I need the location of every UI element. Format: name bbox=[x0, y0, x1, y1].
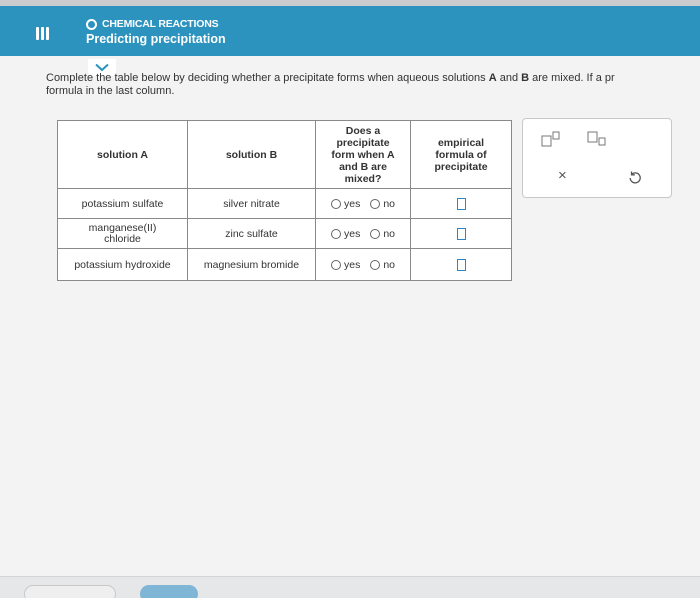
header-precipitate-line: precipitate bbox=[336, 136, 390, 149]
precipitate-choice-cell: yes no bbox=[315, 188, 411, 219]
precipitation-table: solution A solution B Does a precipitate… bbox=[57, 120, 512, 281]
precipitate-choice-cell: yes no bbox=[315, 248, 411, 281]
undo-icon bbox=[629, 171, 641, 184]
formula-cell bbox=[410, 188, 512, 219]
solution-b-cell: magnesium bromide bbox=[187, 248, 316, 281]
solution-a-line: chloride bbox=[104, 232, 141, 245]
main-content: Complete the table below by deciding whe… bbox=[0, 56, 700, 576]
yes-radio[interactable]: yes bbox=[330, 197, 361, 210]
header-precipitate: Does a precipitate form when A and B are… bbox=[315, 120, 411, 189]
close-icon: × bbox=[558, 167, 567, 184]
no-label: no bbox=[383, 258, 396, 271]
formula-cell bbox=[410, 218, 512, 249]
instructions-line2: formula in the last column. bbox=[46, 85, 175, 97]
solution-a-cell: potassium hydroxide bbox=[57, 248, 188, 281]
no-label: no bbox=[383, 227, 396, 240]
formula-answer-box[interactable] bbox=[456, 227, 466, 240]
header-solution-b: solution B bbox=[187, 120, 316, 189]
progress-ring-icon bbox=[86, 18, 97, 30]
subscript-button[interactable] bbox=[587, 131, 609, 152]
yes-label: yes bbox=[343, 258, 361, 271]
superscript-icon bbox=[541, 131, 560, 147]
yes-label: yes bbox=[343, 227, 361, 240]
header-formula: empirical formula of precipitate bbox=[410, 120, 512, 189]
radio-circle-icon bbox=[330, 228, 341, 239]
radio-circle-icon bbox=[370, 228, 381, 239]
var-b: B bbox=[521, 72, 530, 84]
yes-radio[interactable]: yes bbox=[330, 258, 361, 271]
formula-answer-box[interactable] bbox=[456, 197, 466, 210]
instructions: Complete the table below by deciding whe… bbox=[46, 72, 700, 98]
precipitate-choice-cell: yes no bbox=[315, 218, 411, 249]
instructions-text-mid: and bbox=[496, 72, 522, 84]
no-radio[interactable]: no bbox=[370, 259, 395, 271]
answer-toolbox: × bbox=[522, 118, 672, 198]
instructions-text-end: are mixed. If a pr bbox=[529, 72, 615, 84]
menu-button[interactable] bbox=[28, 20, 58, 46]
footer-primary-button[interactable] bbox=[140, 585, 198, 598]
footer-button[interactable] bbox=[24, 585, 116, 598]
header-formula-line: empirical bbox=[437, 136, 485, 149]
menu-icon-bar bbox=[46, 27, 49, 40]
menu-icon-bar bbox=[41, 27, 44, 40]
solution-b-cell: silver nitrate bbox=[187, 188, 316, 219]
header-precipitate-line: mixed? bbox=[344, 172, 382, 185]
clear-button[interactable]: × bbox=[558, 167, 567, 184]
header-formula-line: formula of bbox=[435, 148, 487, 161]
header-bar: CHEMICAL REACTIONS Predicting precipitat… bbox=[0, 6, 700, 56]
superscript-button[interactable] bbox=[541, 131, 563, 152]
radio-circle-icon bbox=[370, 259, 381, 270]
header-precipitate-line: and B are bbox=[339, 160, 387, 173]
table-row: manganese(II) chloride zinc sulfate yes … bbox=[57, 218, 512, 249]
subscript-icon bbox=[587, 131, 606, 146]
no-radio[interactable]: no bbox=[370, 198, 395, 210]
no-radio[interactable]: no bbox=[370, 228, 395, 240]
formula-cell bbox=[410, 248, 512, 281]
menu-icon bbox=[36, 27, 39, 40]
section-label: CHEMICAL REACTIONS bbox=[86, 18, 219, 30]
radio-circle-icon bbox=[330, 198, 341, 209]
section-text: CHEMICAL REACTIONS bbox=[102, 18, 219, 30]
yes-radio[interactable]: yes bbox=[330, 227, 361, 240]
table-row: potassium hydroxide magnesium bromide ye… bbox=[57, 248, 512, 281]
formula-answer-box[interactable] bbox=[456, 258, 466, 271]
header-precipitate-line: Does a bbox=[345, 124, 381, 137]
no-label: no bbox=[383, 197, 396, 210]
table-header-row: solution A solution B Does a precipitate… bbox=[57, 120, 512, 189]
footer-bar bbox=[0, 576, 700, 598]
undo-button[interactable] bbox=[628, 170, 642, 189]
header-formula-line: precipitate bbox=[434, 160, 488, 173]
radio-circle-icon bbox=[330, 259, 341, 270]
instructions-text: Complete the table below by deciding whe… bbox=[46, 72, 489, 84]
solution-a-cell: potassium sulfate bbox=[57, 188, 188, 219]
header-solution-a: solution A bbox=[57, 120, 188, 189]
var-a: A bbox=[488, 72, 497, 84]
table-row: potassium sulfate silver nitrate yes no bbox=[57, 188, 512, 219]
chevron-down-icon bbox=[95, 63, 109, 72]
solution-a-line: manganese(II) bbox=[88, 221, 157, 234]
page-title: Predicting precipitation bbox=[86, 32, 226, 46]
solution-a-cell: manganese(II) chloride bbox=[57, 218, 188, 249]
yes-label: yes bbox=[343, 197, 361, 210]
solution-b-cell: zinc sulfate bbox=[187, 218, 316, 249]
header-precipitate-line: form when A bbox=[331, 148, 395, 161]
radio-circle-icon bbox=[370, 198, 381, 209]
